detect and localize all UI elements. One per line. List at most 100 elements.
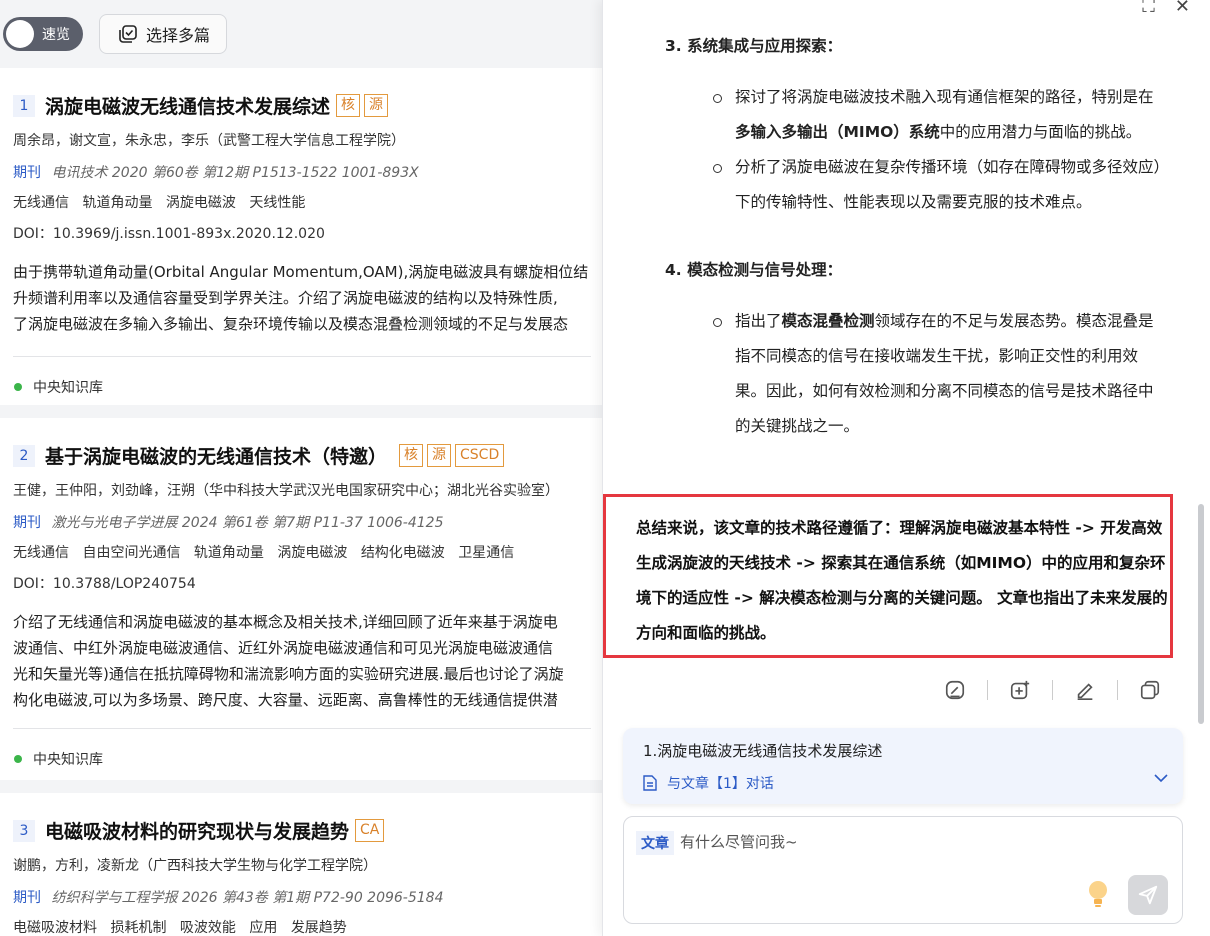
lightbulb-icon[interactable] — [1086, 879, 1110, 909]
knowledge-base-row: 中央知识库 — [13, 377, 604, 397]
keyword[interactable]: 涡旋电磁波 — [277, 545, 347, 561]
abstract-line: 介绍了无线通信和涡旋电磁波的基本概念及相关技术,详细回顾了近年来基于涡旋电 — [13, 613, 558, 631]
divider — [13, 728, 591, 729]
message-bullet: 探讨了将涡旋电磁波技术融入现有通信框架的路径，特别是在多输入多输出（MIMO）系… — [665, 80, 1165, 150]
result-doi[interactable]: DOI：10.3969/j.issn.1001-893x.2020.12.020 — [13, 223, 604, 243]
bullet-bold-text: 模态混叠检测 — [781, 312, 875, 330]
result-index: 3 — [13, 819, 35, 842]
divider — [987, 680, 988, 700]
keyword[interactable]: 无线通信 — [13, 195, 69, 211]
result-authors[interactable]: 王健，王仲阳，刘劲峰，汪朔（华中科技大学武汉光电国家研究中心；湖北光谷实验室） — [13, 480, 604, 500]
add-to-note-icon[interactable] — [1008, 678, 1032, 702]
send-icon — [1138, 885, 1158, 905]
result-title[interactable]: 基于涡旋电磁波的无线通信技术（特邀） — [45, 442, 387, 469]
abstract-line: 构化电磁波,可以为多场景、跨尺度、大容量、远距离、高鲁棒性的无线通信提供潜 — [13, 691, 558, 709]
select-multiple-button[interactable]: 选择多篇 — [99, 14, 228, 54]
multi-select-icon — [119, 25, 137, 43]
chat-input-box[interactable]: 文章 有什么尽管问我~ — [623, 816, 1183, 924]
speed-view-label: 速览 — [42, 27, 70, 43]
document-icon — [643, 775, 657, 791]
message-bullet: 指出了模态混叠检测领域存在的不足与发展态势。模态混叠是指不同模态的信号在接收端发… — [665, 304, 1165, 444]
message-bullet: 分析了涡旋电磁波在复杂传播环境（如存在障碍物或多径效应）下的传输特性、性能表现以… — [665, 150, 1165, 220]
knowledge-base-label: 中央知识库 — [33, 380, 103, 396]
summary-highlight-box: 总结来说，该文章的技术路径遵循了：理解涡旋电磁波基本特性 -> 开发高效生成涡旋… — [603, 494, 1173, 658]
chat-with-article-label: 与文章【1】对话 — [667, 776, 774, 792]
keyword[interactable]: 轨道角动量 — [82, 195, 152, 211]
speed-view-toggle[interactable]: 速览 — [3, 17, 83, 51]
keyword[interactable]: 无线通信 — [13, 545, 69, 561]
result-card: 2 基于涡旋电磁波的无线通信技术（特邀） 核 源 CSCD 王健，王仲阳，刘劲峰… — [0, 418, 604, 780]
keyword[interactable]: 卫星通信 — [458, 545, 514, 561]
bullet-text: 指出了 — [735, 312, 782, 330]
publication-info[interactable]: 激光与光电子学进展 2024 第61卷 第7期 P11-37 1006-4125 — [51, 515, 443, 531]
bullet-text: 领域存在的不足与发展态势。模态混叠是指不同模态的信号在接收端发生干扰，影响正交性… — [735, 312, 1154, 435]
edit-icon[interactable] — [1073, 678, 1097, 702]
keyword[interactable]: 轨道角动量 — [194, 545, 264, 561]
keyword[interactable]: 损耗机制 — [110, 920, 166, 936]
bullet-text: 中的应用潜力与面临的挑战。 — [939, 123, 1142, 141]
divider — [1052, 680, 1053, 700]
chat-input-placeholder[interactable]: 有什么尽管问我~ — [680, 831, 798, 852]
result-publication: 期刊 电讯技术 2020 第60卷 第12期 P1513-1522 1001-8… — [13, 162, 604, 182]
publication-type: 期刊 — [13, 890, 41, 906]
result-title[interactable]: 电磁吸波材料的研究现状与发展趋势 — [45, 817, 349, 844]
abstract-line: 光和矢量光等)通信在抵抗障碍物和湍流影响方面的实验研究进展.最后也讨论了涡旋 — [13, 665, 564, 683]
assistant-message: 3. 系统集成与应用探索： 探讨了将涡旋电磁波技术融入现有通信框架的路径，特别是… — [665, 30, 1165, 444]
ai-chat-panel: ⛶ ✕ 3. 系统集成与应用探索： 探讨了将涡旋电磁波技术融入现有通信框架的路径… — [602, 0, 1210, 936]
keyword[interactable]: 涡旋电磁波 — [166, 195, 236, 211]
chat-with-article-link[interactable]: 与文章【1】对话 — [643, 773, 774, 793]
result-doi[interactable]: DOI：10.3788/LOP240754 — [13, 573, 604, 593]
result-publication: 期刊 激光与光电子学进展 2024 第61卷 第7期 P11-37 1006-4… — [13, 512, 604, 532]
abstract-line: 波通信、中红外涡旋电磁波通信、近红外涡旋电磁波通信和可见光涡旋电磁波通信 — [13, 639, 554, 657]
close-icon[interactable]: ✕ — [1175, 0, 1190, 17]
publication-info[interactable]: 电讯技术 2020 第60卷 第12期 P1513-1522 1001-893X — [51, 165, 418, 181]
select-multiple-label: 选择多篇 — [146, 26, 211, 45]
result-index: 2 — [13, 444, 35, 467]
result-card: 3 电磁吸波材料的研究现状与发展趋势 CA 谢鹏，方利，凌新龙（广西科技大学生物… — [0, 793, 604, 936]
keyword[interactable]: 吸波效能 — [180, 920, 236, 936]
status-dot — [14, 755, 22, 763]
scrollbar[interactable] — [1198, 504, 1204, 724]
scope-tag[interactable]: 文章 — [636, 831, 674, 855]
cscd-tag: CSCD — [455, 444, 505, 467]
result-authors[interactable]: 谢鹏，方利，凌新龙（广西科技大学生物与化学工程学院） — [13, 855, 604, 875]
status-dot — [14, 383, 22, 391]
fullscreen-icon[interactable]: ⛶ — [1142, 0, 1155, 17]
panel-window-controls: ⛶ ✕ — [1142, 0, 1190, 17]
result-abstract: 介绍了无线通信和涡旋电磁波的基本概念及相关技术,详细回顾了近年来基于涡旋电 波通… — [13, 609, 604, 713]
keyword[interactable]: 发展趋势 — [291, 920, 347, 936]
keyword[interactable]: 自由空间光通信 — [82, 545, 180, 561]
divider — [1117, 680, 1118, 700]
core-journal-tag: 核 — [336, 94, 361, 117]
knowledge-base-row: 中央知识库 — [13, 749, 604, 769]
publication-info[interactable]: 纺织科学与工程学报 2026 第43卷 第1期 P72-90 2096-5184 — [51, 890, 443, 906]
section-heading: 3. 系统集成与应用探索： — [665, 37, 843, 55]
keyword[interactable]: 应用 — [249, 920, 277, 936]
copy-icon[interactable] — [1138, 678, 1162, 702]
abstract-line: 升频谱利用率以及通信容量受到学界关注。介绍了涡旋电磁波的结构以及特殊性质, — [13, 289, 558, 307]
result-title[interactable]: 涡旋电磁波无线通信技术发展综述 — [45, 92, 330, 119]
referenced-article-card[interactable]: 1.涡旋电磁波无线通信技术发展综述 与文章【1】对话 — [623, 728, 1183, 804]
bullet-text: 分析了涡旋电磁波在复杂传播环境（如存在障碍物或多径效应）下的传输特性、性能表现以… — [735, 158, 1162, 211]
send-button[interactable] — [1128, 875, 1168, 915]
keyword-list: 电磁吸波材料 损耗机制 吸波效能 应用 发展趋势 — [13, 917, 604, 936]
result-index: 1 — [13, 94, 35, 117]
results-pane: 速览 选择多篇 1 涡旋电磁波无线通信技术发展综述 核 源 周余昂，谢文宣，朱永… — [0, 0, 604, 936]
abstract-line: 了涡旋电磁波在多输入多输出、复杂环境传输以及模态混叠检测领域的不足与发展态 — [13, 315, 569, 333]
referenced-article-title[interactable]: 1.涡旋电磁波无线通信技术发展综述 — [643, 740, 882, 761]
keyword[interactable]: 天线性能 — [249, 195, 305, 211]
divider — [13, 356, 591, 357]
keyword[interactable]: 电磁吸波材料 — [13, 920, 97, 936]
abstract-line: 由于携带轨道角动量(Orbital Angular Momentum,OAM),… — [13, 263, 589, 281]
result-authors[interactable]: 周余昂，谢文宣，朱永忠，李乐（武警工程大学信息工程学院） — [13, 130, 604, 150]
note-icon[interactable] — [943, 678, 967, 702]
keyword[interactable]: 结构化电磁波 — [361, 545, 445, 561]
result-publication: 期刊 纺织科学与工程学报 2026 第43卷 第1期 P72-90 2096-5… — [13, 887, 604, 907]
bullet-text: 探讨了将涡旋电磁波技术融入现有通信框架的路径，特别是在 — [735, 88, 1154, 106]
knowledge-base-label: 中央知识库 — [33, 752, 103, 768]
results-toolbar: 速览 选择多篇 — [0, 0, 604, 68]
message-actions — [943, 678, 1162, 702]
chevron-down-icon[interactable] — [1153, 770, 1169, 786]
publication-type: 期刊 — [13, 165, 41, 181]
section-heading: 4. 模态检测与信号处理： — [665, 261, 843, 279]
